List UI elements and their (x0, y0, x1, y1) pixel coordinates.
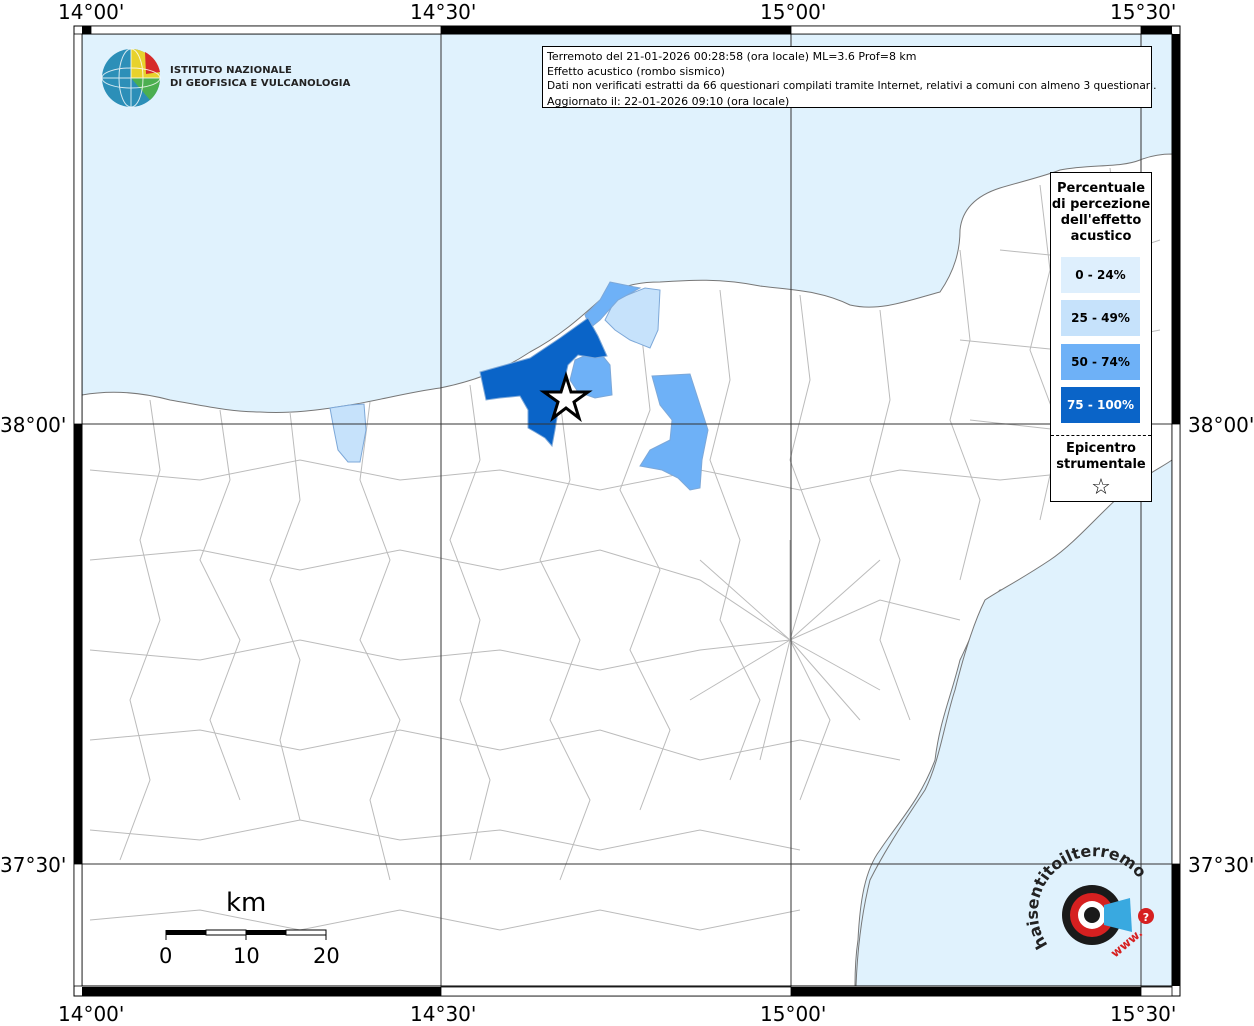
bottom-tick-4: 15°30' (1110, 1002, 1177, 1026)
legend-title-line-3: dell'effetto (1060, 213, 1142, 228)
event-info-box: Terremoto del 21-01-2026 00:28:58 (ora l… (542, 46, 1157, 108)
bottom-tick-2: 14°30' (410, 1002, 477, 1026)
ingv-logo-icon (101, 48, 161, 108)
bottom-tick-1: 14°00' (58, 1002, 125, 1026)
scale-unit-label: km (226, 888, 267, 918)
right-tick-1: 38°00' (1188, 413, 1254, 437)
legend-item-0-24: 0 - 24% (1061, 257, 1140, 293)
legend: Percentuale di percezione dell'effetto a… (1050, 172, 1152, 502)
scale-label-20: 20 (313, 944, 340, 968)
legend-item-75-100: 75 - 100% (1061, 387, 1140, 423)
scale-label-10: 10 (233, 944, 260, 968)
legend-title-line-2: di percezione (1051, 197, 1151, 212)
info-line-3: Dati non verificati estratti da 66 quest… (547, 80, 1157, 92)
legend-title: Percentuale di percezione dell'effetto a… (1051, 181, 1151, 245)
top-tick-3: 15°00' (760, 0, 827, 24)
scale-label-0: 0 (159, 944, 173, 968)
legend-divider (1051, 435, 1151, 436)
right-tick-2: 37°30' (1188, 853, 1254, 877)
legend-item-50-74: 50 - 74% (1061, 344, 1140, 380)
bottom-tick-3: 15°00' (760, 1002, 827, 1026)
left-tick-2: 37°30' (0, 853, 67, 877)
info-line-1: Terremoto del 21-01-2026 00:28:58 (ora l… (547, 50, 917, 63)
legend-epicenter-label: Epicentro strumentale (1051, 441, 1151, 473)
legend-epicenter-line-2: strumentale (1056, 457, 1146, 472)
legend-epicenter-line-1: Epicentro (1066, 441, 1136, 456)
legend-title-line-4: acustico (1070, 229, 1132, 244)
left-tick-1: 38°00' (0, 413, 67, 437)
logo-line-1: ISTITUTO NAZIONALE (170, 65, 292, 76)
intensity-map: ? haisentitoilterremoto.it www. (0, 0, 1181, 997)
ingv-logo-text: ISTITUTO NAZIONALE DI GEOFISICA E VULCAN… (170, 64, 350, 90)
legend-item-25-49: 25 - 49% (1061, 300, 1140, 336)
top-tick-4: 15°30' (1110, 0, 1177, 24)
logo-line-2: DI GEOFISICA E VULCANOLOGIA (170, 78, 351, 89)
top-tick-1: 14°00' (58, 0, 125, 24)
legend-title-line-1: Percentuale (1056, 181, 1146, 196)
svg-text:?: ? (1143, 911, 1149, 924)
info-line-2: Effetto acustico (rombo sismico) (547, 65, 725, 78)
info-line-4: Aggiornato il: 22-01-2026 09:10 (ora loc… (547, 95, 790, 108)
top-tick-2: 14°30' (410, 0, 477, 24)
legend-star-icon: ☆ (1091, 475, 1111, 500)
